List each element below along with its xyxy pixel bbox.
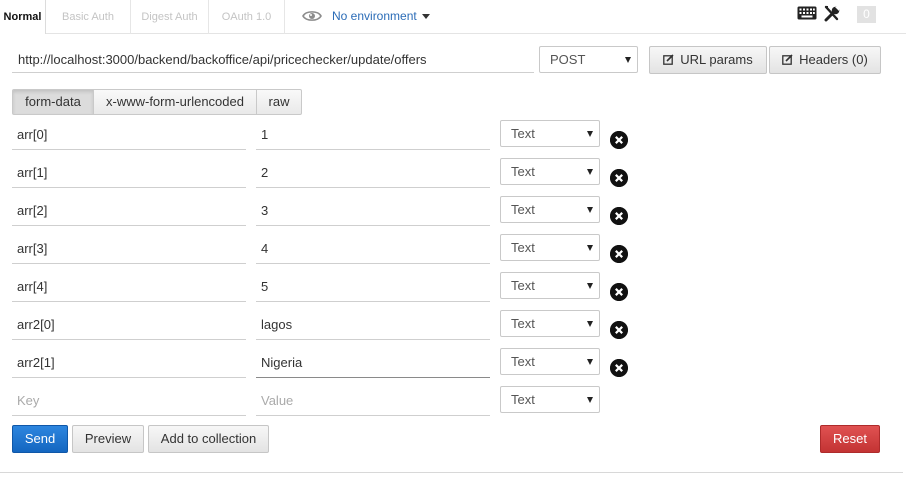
counter-badge[interactable]: 0 — [857, 6, 876, 23]
keyboard-icon[interactable] — [797, 6, 817, 20]
add-to-collection-button[interactable]: Add to collection — [148, 425, 269, 453]
form-row: arr[0] 1 Text — [0, 120, 906, 158]
value-input[interactable]: lagos — [256, 310, 490, 340]
dropdown-arrow-icon — [587, 283, 593, 289]
edit-icon — [663, 54, 674, 65]
tab-oauth-1[interactable]: OAuth 1.0 — [209, 0, 285, 34]
type-select[interactable]: Text — [500, 348, 600, 375]
key-input[interactable]: arr2[1] — [12, 348, 246, 378]
value-input[interactable]: 3 — [256, 196, 490, 226]
dropdown-arrow-icon — [587, 321, 593, 327]
type-select[interactable]: Text — [500, 386, 600, 413]
key-input[interactable]: arr[3] — [12, 234, 246, 264]
type-value: Text — [511, 202, 535, 217]
wrench-screwdriver-icon[interactable] — [824, 5, 841, 22]
remove-row-icon[interactable] — [610, 321, 628, 339]
type-value: Text — [511, 392, 535, 407]
remove-row-icon[interactable] — [610, 359, 628, 377]
remove-row-icon[interactable] — [610, 131, 628, 149]
chevron-down-icon — [422, 14, 430, 19]
value-input[interactable]: 4 — [256, 234, 490, 264]
value-input[interactable]: 2 — [256, 158, 490, 188]
divider — [0, 472, 903, 473]
tab-digest-auth[interactable]: Digest Auth — [131, 0, 209, 34]
tab-basic-auth[interactable]: Basic Auth — [46, 0, 131, 34]
key-input[interactable]: arr2[0] — [12, 310, 246, 340]
form-row: arr[4] 5 Text — [0, 272, 906, 310]
key-input[interactable]: arr[4] — [12, 272, 246, 302]
dropdown-arrow-icon — [587, 207, 593, 213]
url-input[interactable] — [12, 46, 534, 73]
value-input[interactable]: 1 — [256, 120, 490, 150]
remove-row-icon[interactable] — [610, 169, 628, 187]
type-value: Text — [511, 354, 535, 369]
type-value: Text — [511, 164, 535, 179]
preview-button[interactable]: Preview — [72, 425, 144, 453]
form-row: arr[1] 2 Text — [0, 158, 906, 196]
send-button[interactable]: Send — [12, 425, 68, 453]
tab-normal[interactable]: Normal — [0, 0, 46, 34]
headers-button[interactable]: Headers (0) — [769, 46, 881, 74]
dropdown-arrow-icon — [587, 131, 593, 137]
key-input[interactable]: arr[2] — [12, 196, 246, 226]
remove-row-icon[interactable] — [610, 245, 628, 263]
dropdown-arrow-icon — [587, 245, 593, 251]
type-value: Text — [511, 316, 535, 331]
dropdown-arrow-icon — [625, 57, 631, 63]
value-input[interactable]: Nigeria — [256, 348, 490, 378]
auth-bar: Normal Basic Auth Digest Auth OAuth 1.0 … — [0, 0, 906, 34]
type-value: Text — [511, 240, 535, 255]
dropdown-arrow-icon — [587, 397, 593, 403]
remove-row-icon[interactable] — [610, 207, 628, 225]
value-input[interactable]: 5 — [256, 272, 490, 302]
eye-icon — [302, 11, 322, 21]
tab-form-data[interactable]: form-data — [12, 89, 94, 115]
method-select[interactable]: POST — [539, 46, 638, 73]
new-form-row: Key Value Text — [0, 386, 906, 424]
dropdown-arrow-icon — [587, 169, 593, 175]
tab-raw[interactable]: raw — [256, 89, 302, 115]
new-key-input[interactable]: Key — [12, 386, 246, 416]
url-params-button[interactable]: URL params — [649, 46, 767, 74]
form-row: arr[2] 3 Text — [0, 196, 906, 234]
tab-x-www-form-urlencoded[interactable]: x-www-form-urlencoded — [93, 89, 257, 115]
type-select[interactable]: Text — [500, 120, 600, 147]
new-value-input[interactable]: Value — [256, 386, 490, 416]
url-params-label: URL params — [680, 52, 753, 67]
dropdown-arrow-icon — [587, 359, 593, 365]
type-select[interactable]: Text — [500, 196, 600, 223]
key-input[interactable]: arr[0] — [12, 120, 246, 150]
edit-icon — [782, 54, 793, 65]
type-value: Text — [511, 126, 535, 141]
form-row: arr2[0] lagos Text — [0, 310, 906, 348]
form-row: arr2[1] Nigeria Text — [0, 348, 906, 386]
type-select[interactable]: Text — [500, 158, 600, 185]
reset-button[interactable]: Reset — [820, 425, 880, 453]
type-select[interactable]: Text — [500, 310, 600, 337]
type-select[interactable]: Text — [500, 234, 600, 261]
remove-row-icon[interactable] — [610, 283, 628, 301]
type-value: Text — [511, 278, 535, 293]
environment-label: No environment — [332, 9, 417, 23]
headers-label: Headers (0) — [799, 52, 868, 67]
type-select[interactable]: Text — [500, 272, 600, 299]
key-input[interactable]: arr[1] — [12, 158, 246, 188]
form-row: arr[3] 4 Text — [0, 234, 906, 272]
method-value: POST — [550, 52, 586, 67]
